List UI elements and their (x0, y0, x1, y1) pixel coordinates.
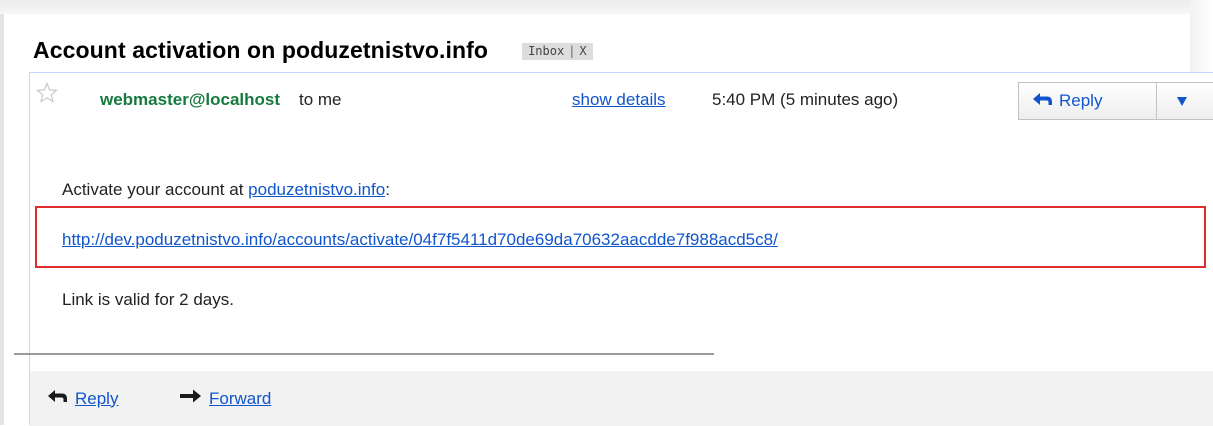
message-footer: Reply Forward (30, 371, 1213, 426)
footer-reply-link[interactable]: Reply (47, 388, 118, 409)
show-details-link[interactable]: show details (572, 90, 666, 110)
remove-label-button[interactable]: X (579, 44, 586, 58)
top-strip (0, 0, 1190, 14)
body-line-3: Link is valid for 2 days. (62, 290, 234, 309)
message-time: 5:40 PM (5 minutes ago) (712, 90, 899, 109)
reply-arrow-icon (1019, 91, 1054, 112)
more-options-button[interactable] (1156, 82, 1213, 120)
footer-forward-link[interactable]: Forward (179, 388, 271, 409)
reply-arrow-icon (47, 388, 69, 409)
sender-name[interactable]: webmaster@localhost (100, 90, 280, 110)
reply-button-label: Reply (1059, 91, 1103, 110)
email-subject: Account activation on poduzetnistvo.info (33, 36, 489, 63)
reply-button[interactable]: Reply (1018, 82, 1156, 120)
inbox-label[interactable]: Inbox | X (522, 43, 593, 60)
message-card: webmaster@localhost to me show details 5… (29, 72, 1213, 426)
bottom-divider (14, 353, 714, 355)
chevron-down-icon (1177, 96, 1187, 106)
left-edge (0, 14, 4, 425)
subject-row: Account activation on poduzetnistvo.info… (33, 34, 593, 66)
label-separator: | (568, 44, 576, 58)
site-link[interactable]: poduzetnistvo.info (248, 180, 385, 199)
activation-link[interactable]: http://dev.poduzetnistvo.info/accounts/a… (62, 230, 778, 250)
inbox-label-text[interactable]: Inbox (528, 44, 564, 58)
body-line-1: Activate your account at poduzetnistvo.i… (62, 180, 390, 200)
message-header: webmaster@localhost to me show details 5… (30, 73, 1213, 123)
forward-arrow-icon (179, 388, 203, 409)
body-line-1-suffix: : (385, 180, 390, 199)
body-line-1-prefix: Activate your account at (62, 180, 249, 199)
footer-reply-label[interactable]: Reply (75, 389, 118, 409)
footer-forward-label[interactable]: Forward (209, 389, 271, 409)
star-icon[interactable] (35, 81, 59, 104)
recipient-text: to me (299, 90, 342, 109)
